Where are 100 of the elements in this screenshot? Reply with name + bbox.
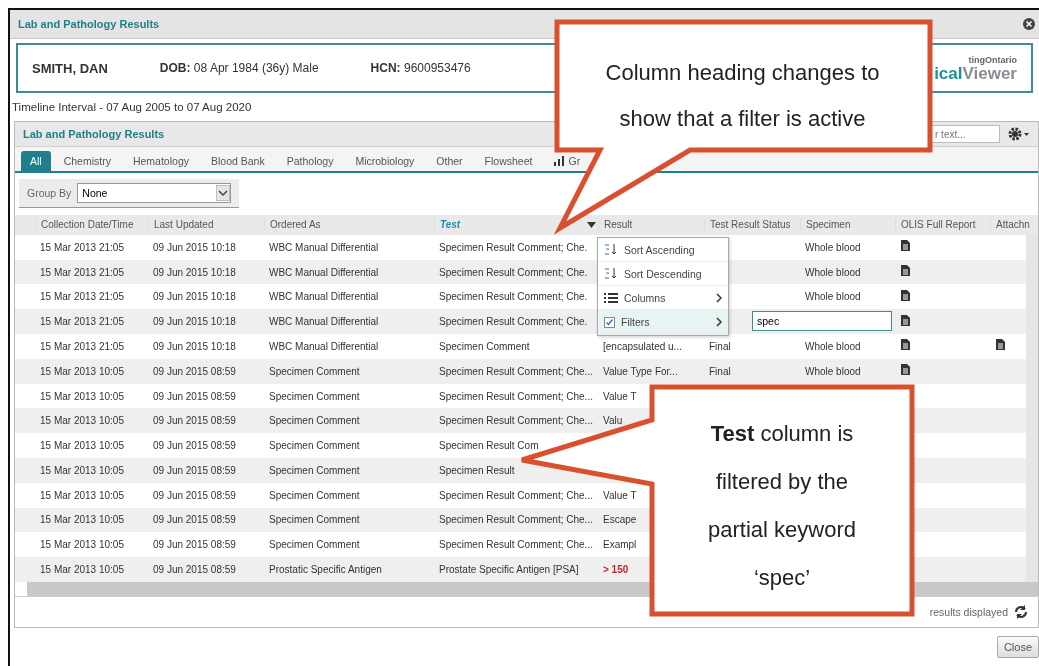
table-cell-text: 15 Mar 2013 21:05 xyxy=(39,241,125,253)
table-cell-text: 15 Mar 2013 10:05 xyxy=(39,564,125,576)
column-header[interactable]: Collection Date/Time xyxy=(35,219,148,231)
table-cell-text: Valu xyxy=(602,415,624,427)
vertical-scrollbar[interactable] xyxy=(1026,234,1038,582)
category-tab[interactable]: Hematology xyxy=(123,150,198,171)
table-cell-text: Whole blood xyxy=(804,241,862,253)
document-icon[interactable] xyxy=(900,264,911,277)
table-cell-text: > 150 xyxy=(602,564,630,576)
table-cell-text: WBC Manual Differential xyxy=(268,316,380,328)
document-icon[interactable] xyxy=(900,313,911,327)
results-count: results displayed xyxy=(929,606,1008,618)
table-cell-text: Specimen Comment xyxy=(268,464,361,476)
sort-descending-icon xyxy=(604,267,618,280)
table-cell-text: Specimen Result Comment; Che... xyxy=(438,539,594,551)
table-cell-text: Final xyxy=(708,365,732,377)
table-cell-text: Specimen Result Comment; Che. xyxy=(438,316,589,328)
table-cell-text: Specimen Result Comment; Che. xyxy=(438,291,589,303)
table-cell-text: 15 Mar 2013 21:05 xyxy=(39,291,125,303)
category-tab[interactable]: Other xyxy=(427,150,472,171)
window-title: Lab and Pathology Results xyxy=(18,18,160,30)
table-cell-text: WBC Manual Differential xyxy=(268,241,380,253)
patient-name: SMITH, DAN xyxy=(32,60,108,76)
document-icon[interactable] xyxy=(995,338,1006,352)
panel-title: Lab and Pathology Results xyxy=(23,128,165,141)
filter-input[interactable]: spec xyxy=(752,311,892,331)
table-cell-text: 09 Jun 2015 08:59 xyxy=(152,539,237,551)
table-cell-text: Value T xyxy=(602,390,638,402)
category-tab[interactable]: Microbiology xyxy=(346,150,424,171)
table-cell-text: Value T xyxy=(602,489,638,501)
table-cell-text: 09 Jun 2015 10:18 xyxy=(152,241,237,253)
table-cell-text: WBC Manual Differential xyxy=(268,291,380,303)
table-cell-text: 09 Jun 2015 10:18 xyxy=(152,340,237,352)
group-by-select[interactable]: None xyxy=(77,183,232,204)
column-header[interactable]: Attachn xyxy=(990,219,1038,231)
column-header[interactable]: Last Updated xyxy=(148,219,264,231)
table-cell-text: 15 Mar 2013 21:05 xyxy=(39,316,125,328)
table-cell-text: Value Type For... xyxy=(602,365,679,377)
table-cell-text: Specimen Result Com xyxy=(438,440,540,452)
document-icon[interactable] xyxy=(900,363,911,377)
table-cell-text: Specimen Comment xyxy=(268,440,361,452)
table-cell-text: Specimen Result Comment; Che... xyxy=(438,514,594,526)
table-cell-text: 15 Mar 2013 10:05 xyxy=(39,489,125,501)
table-cell-text: 15 Mar 2013 10:05 xyxy=(39,539,125,551)
category-tab[interactable]: Gr xyxy=(545,150,590,171)
table-cell-text: 15 Mar 2013 10:05 xyxy=(39,415,125,427)
table-cell-text: Specimen Comment xyxy=(268,514,361,526)
table-cell-text: 09 Jun 2015 08:59 xyxy=(152,415,237,427)
table-cell-text: 15 Mar 2013 10:05 xyxy=(39,440,125,452)
table-cell-text: Whole blood xyxy=(804,291,862,303)
table-cell-text: Escape xyxy=(602,514,638,526)
table-cell-text: Specimen Result Comment; Che... xyxy=(438,415,594,427)
table-cell-text: [encapsulated u... xyxy=(602,340,683,352)
menu-item[interactable]: Sort Descending xyxy=(598,262,728,286)
chevron-right-icon xyxy=(716,292,722,303)
chevron-right-icon xyxy=(716,317,722,327)
table-cell-text: Specimen Result Comment; Che... xyxy=(438,365,594,377)
table-cell-text: 09 Jun 2015 08:59 xyxy=(152,489,237,501)
health-card-number: HCN: 9600953476 xyxy=(370,61,471,75)
column-header[interactable]: OLIS Full Report xyxy=(895,219,990,231)
sort-ascending-icon xyxy=(604,243,618,256)
table-cell-text: Specimen Comment xyxy=(268,365,361,377)
category-tab[interactable]: Flowsheet xyxy=(475,150,542,171)
refresh-icon[interactable] xyxy=(1014,605,1028,619)
search-field[interactable]: r text... xyxy=(930,125,1000,144)
category-tab[interactable]: Blood Bank xyxy=(201,150,274,171)
column-header[interactable]: Test Result Status xyxy=(704,219,800,231)
checkbox[interactable] xyxy=(604,316,615,328)
close-button[interactable]: Close xyxy=(996,636,1039,658)
document-icon[interactable] xyxy=(900,239,911,253)
document-icon[interactable] xyxy=(900,338,911,352)
close-icon[interactable] xyxy=(1023,18,1035,30)
table-cell-text: 15 Mar 2013 21:05 xyxy=(39,340,125,352)
table-cell-text: Specimen Result xyxy=(438,464,516,476)
caret-down-icon[interactable] xyxy=(587,221,596,228)
chevron-down-icon xyxy=(216,185,231,202)
table-cell-text: WBC Manual Differential xyxy=(268,340,380,352)
column-header[interactable]: Specimen xyxy=(800,219,895,231)
table-cell-text: Exampl xyxy=(602,539,638,551)
table-cell-text: Specimen Result Comment; Che. xyxy=(438,241,589,253)
category-tab[interactable]: Chemistry xyxy=(54,150,120,171)
table-cell-text: Whole blood xyxy=(804,365,862,377)
document-icon[interactable] xyxy=(900,288,911,302)
category-tab[interactable]: Pathology xyxy=(277,150,343,171)
table-cell-text: 09 Jun 2015 08:59 xyxy=(152,440,237,452)
settings-icon[interactable] xyxy=(1008,127,1030,142)
table-cell-text: Whole blood xyxy=(804,266,862,278)
menu-item[interactable]: Columns xyxy=(598,286,728,310)
table-cell-text: 09 Jun 2015 08:59 xyxy=(152,365,237,377)
column-header[interactable]: Ordered As xyxy=(264,219,434,231)
table-cell-text: 09 Jun 2015 10:18 xyxy=(152,291,237,303)
table-cell-text: 15 Mar 2013 21:05 xyxy=(39,266,125,278)
category-tab[interactable]: All xyxy=(21,150,51,171)
menu-item[interactable]: Sort Ascending xyxy=(598,238,728,262)
menu-item[interactable]: Filters xyxy=(598,310,728,335)
list-icon xyxy=(604,291,618,304)
column-header[interactable]: Result xyxy=(598,219,704,231)
table-cell-text: 09 Jun 2015 08:59 xyxy=(152,390,237,402)
table-cell-text: 09 Jun 2015 08:59 xyxy=(152,514,237,526)
table-cell-text: Specimen Comment xyxy=(268,390,361,402)
